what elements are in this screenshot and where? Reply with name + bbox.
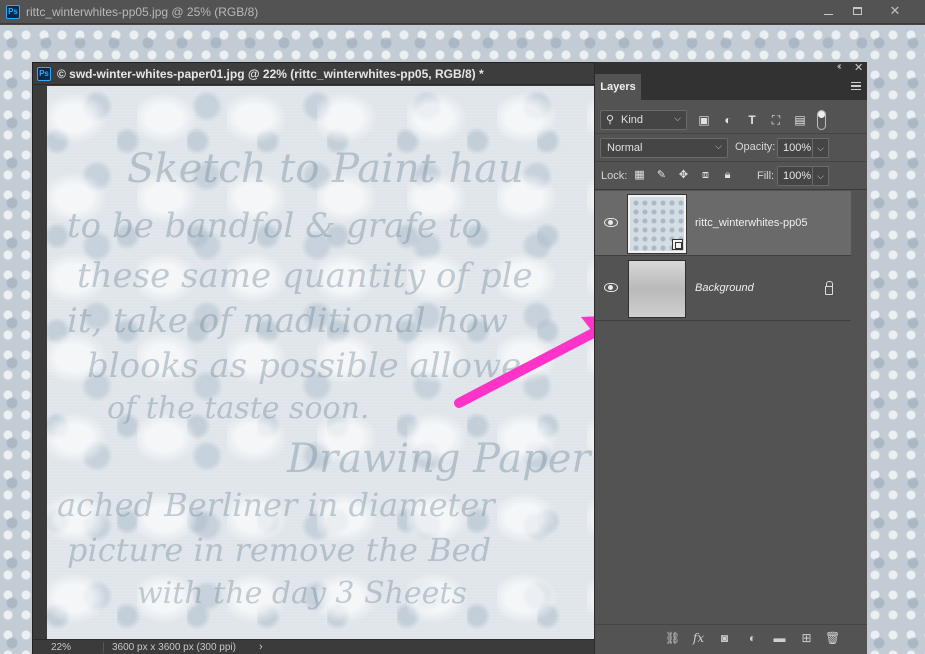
layer-thumbnail[interactable]	[627, 194, 687, 254]
back-document-titlebar[interactable]: Ps rittc_winterwhites-pp05.jpg @ 25% (RG…	[0, 0, 925, 24]
script-texture: Drawing Paper	[287, 436, 591, 482]
maximize-button[interactable]	[842, 0, 872, 22]
lock-row: Lock: ▦ ✎ ✥ ⧈ 🔒︎ Fill: 100% ⌵	[595, 162, 867, 190]
new-group-folder-icon[interactable]: ▬	[772, 631, 787, 646]
layer-name[interactable]: rittc_winterwhites-pp05	[695, 217, 808, 229]
document-info: 3600 px x 3600 px (300 ppi)	[103, 642, 236, 653]
layer-lock-icon[interactable]	[825, 281, 833, 295]
photoshop-icon: Ps	[6, 5, 20, 19]
script-texture: ached Berliner in diameter	[57, 486, 495, 524]
chevron-down-icon: ⌵	[674, 113, 681, 123]
pixel-layer-filter-icon[interactable]: ▣	[697, 114, 711, 127]
opacity-dropdown-chevron-icon[interactable]: ⌵	[813, 138, 829, 158]
filter-kind-label: Kind	[621, 114, 644, 126]
layer-row-background[interactable]: Background	[595, 256, 851, 321]
filter-toggle-switch[interactable]	[817, 110, 826, 130]
layer-style-fx-icon[interactable]: fx	[691, 631, 706, 646]
new-layer-icon[interactable]: ⊞	[799, 631, 814, 646]
opacity-input[interactable]: 100%	[777, 138, 813, 158]
layers-list: rittc_winterwhites-pp05 Background	[595, 191, 851, 321]
script-texture: with the day 3 Sheets	[137, 576, 467, 611]
status-menu-chevron-icon[interactable]: ›	[259, 641, 263, 653]
layer-filter-row: ⚲ Kind ⌵ ▣ ◐ T ⛶ ▤	[595, 106, 867, 134]
fill-dropdown-chevron-icon[interactable]: ⌵	[813, 166, 829, 186]
script-texture: to be bandfol & grafe to	[67, 206, 483, 246]
adjustment-layer-filter-icon[interactable]: ◐	[721, 114, 735, 127]
close-window-button[interactable]: ✕	[870, 0, 920, 22]
panel-header-strip: ‹‹ ✕	[595, 61, 867, 74]
script-texture: of the taste soon.	[107, 391, 370, 426]
back-document-title: rittc_winterwhites-pp05.jpg @ 25% (RGB/8…	[26, 5, 259, 19]
script-texture: Sketch to Paint hau	[127, 146, 524, 192]
chevron-down-icon: ⌵	[715, 141, 722, 151]
layers-panel: ‹‹ ✕ Layers ⚲ Kind ⌵ ▣ ◐ T ⛶ ▤ Normal ⌵ …	[594, 61, 867, 654]
minimize-button[interactable]	[813, 0, 843, 22]
filter-kind-select[interactable]: ⚲ Kind ⌵	[600, 110, 687, 130]
link-layers-icon[interactable]: ⛓	[665, 631, 680, 646]
blend-mode-value: Normal	[607, 142, 643, 154]
panel-menu-icon[interactable]	[851, 82, 861, 90]
smart-object-filter-icon[interactable]: ▤	[793, 114, 807, 127]
panel-tab-row: Layers	[595, 74, 867, 100]
lock-transparency-icon[interactable]: ▦	[633, 169, 646, 182]
close-icon: ✕	[889, 3, 901, 18]
smart-object-icon	[672, 239, 683, 250]
photoshop-icon: Ps	[37, 67, 51, 81]
maximize-icon	[852, 7, 862, 15]
shape-layer-filter-icon[interactable]: ⛶	[769, 114, 783, 127]
annotation-arrow-shaft	[454, 324, 606, 408]
visibility-eye-icon[interactable]	[604, 283, 618, 292]
delete-layer-trash-icon[interactable]: 🗑︎	[825, 631, 840, 646]
script-texture: picture in remove the Bed	[67, 531, 492, 569]
visibility-eye-icon[interactable]	[604, 218, 618, 227]
blend-row: Normal ⌵ Opacity: 100% ⌵	[595, 134, 867, 162]
tab-layers[interactable]: Layers	[595, 74, 641, 100]
script-texture: it, take of maditional how	[67, 301, 508, 341]
lock-image-pixels-icon[interactable]: ✎	[655, 169, 668, 182]
back-document-canvas-edge[interactable]	[867, 25, 925, 654]
fill-label: Fill:	[757, 170, 775, 182]
layer-name[interactable]: Background	[695, 282, 754, 294]
close-panel-icon[interactable]: ✕	[854, 61, 863, 74]
layer-row-rittc-winterwhites-pp05[interactable]: rittc_winterwhites-pp05	[595, 191, 851, 256]
fill-input[interactable]: 100%	[777, 166, 813, 186]
zoom-level[interactable]: 22%	[51, 642, 71, 653]
opacity-label: Opacity:	[735, 141, 776, 153]
blend-mode-select[interactable]: Normal ⌵	[600, 138, 728, 158]
layers-panel-footer: ⛓ fx ◙ ◐ ▬ ⊞ 🗑︎	[595, 624, 867, 654]
lock-all-icon[interactable]: 🔒︎	[721, 169, 734, 182]
search-icon: ⚲	[606, 114, 615, 126]
lock-artboard-icon[interactable]: ⧈	[699, 169, 712, 182]
collapse-panel-icon[interactable]: ‹‹	[837, 61, 841, 72]
script-texture: these same quantity of ple	[77, 256, 533, 296]
type-layer-filter-icon[interactable]: T	[745, 114, 759, 127]
minimize-icon	[823, 13, 833, 15]
front-document-title: © swd-winter-whites-paper01.jpg @ 22% (r…	[57, 67, 484, 81]
layer-thumbnail[interactable]	[628, 260, 686, 318]
add-mask-icon[interactable]: ◙	[717, 631, 732, 646]
lock-position-icon[interactable]: ✥	[677, 169, 690, 182]
lock-label: Lock:	[601, 170, 628, 182]
new-adjustment-layer-icon[interactable]: ◐	[745, 631, 760, 646]
